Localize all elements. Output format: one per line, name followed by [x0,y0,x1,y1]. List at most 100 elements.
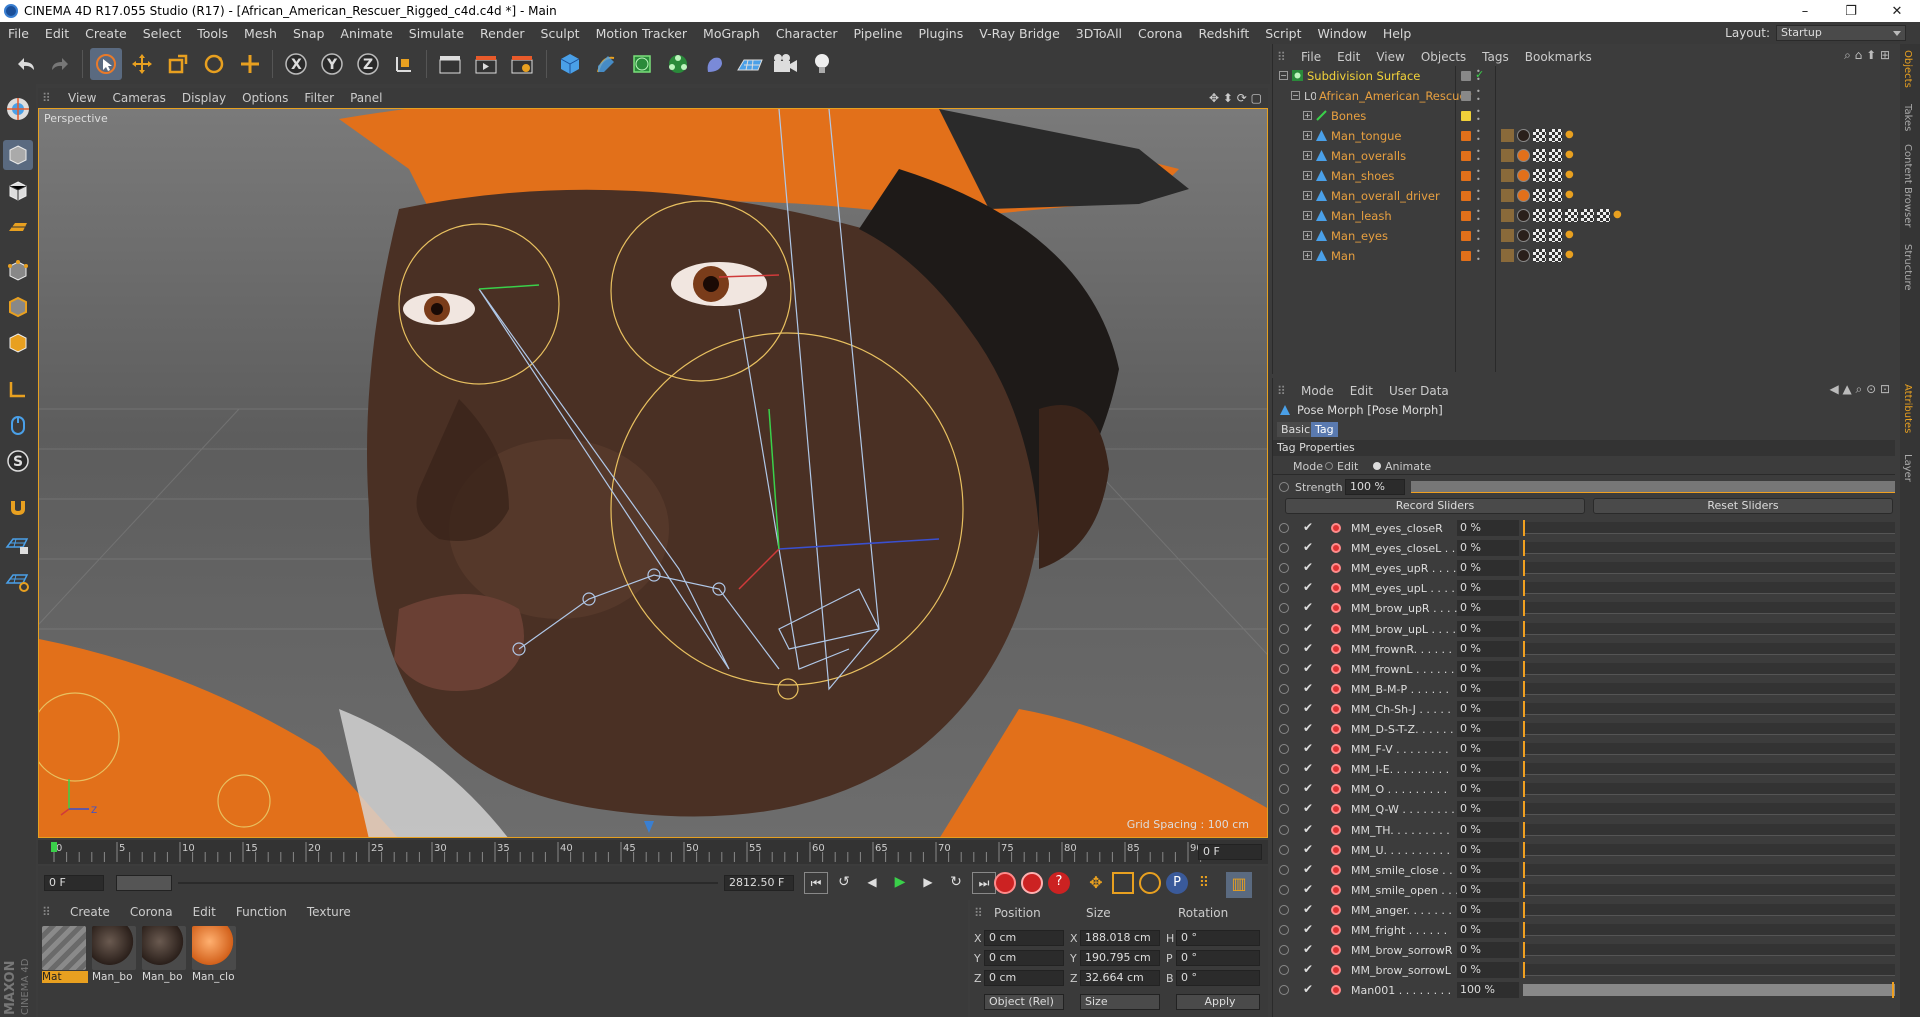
morph-enable-checkbox[interactable]: ✔ [1303,741,1313,755]
morph-record-icon[interactable] [1331,925,1341,935]
morph-slider-handle[interactable] [1523,962,1525,979]
expand-toggle-icon[interactable]: + [1303,131,1312,140]
expand-toggle-icon[interactable]: + [1303,191,1312,200]
layer-color-swatch[interactable] [1461,191,1471,201]
deformer-button[interactable] [698,48,730,80]
material-menu-edit[interactable]: Edit [183,905,226,919]
morph-enable-checkbox[interactable]: ✔ [1303,761,1313,775]
morph-value-field[interactable]: 0 % [1457,821,1519,838]
om-menu-edit[interactable]: Edit [1329,50,1368,64]
morph-slider-handle[interactable] [1523,721,1525,737]
object-tags[interactable]: ● [1501,189,1578,202]
expand-toggle-icon[interactable]: + [1303,151,1312,160]
object-row[interactable]: + Man_overall_driver • • ● [1273,186,1901,206]
visibility-dots[interactable]: • • [1476,148,1481,164]
morph-slider-handle[interactable] [1523,741,1525,758]
layer-color-swatch[interactable] [1461,171,1471,181]
expand-toggle-icon[interactable]: + [1303,251,1312,260]
visibility-dots[interactable]: • • [1476,208,1481,224]
morph-value-field[interactable]: 0 % [1457,721,1519,737]
edges-mode-button[interactable] [3,292,33,322]
key-position-button[interactable]: ✥ [1085,872,1107,894]
morph-anim-radio[interactable] [1279,985,1289,996]
morph-slider[interactable] [1523,903,1895,916]
morph-value-field[interactable]: 0 % [1457,801,1519,818]
morph-anim-radio[interactable] [1279,784,1289,795]
object-tags[interactable]: ● [1501,249,1578,262]
morph-value-field[interactable]: 0 % [1457,881,1519,898]
size-y-field[interactable]: 190.795 cm [1080,950,1160,966]
frame-range-slider[interactable] [116,875,172,891]
object-row[interactable]: + Man_tongue • • ● [1273,126,1901,146]
undo-button[interactable] [10,48,42,80]
position-y-field[interactable]: 0 cm [984,950,1064,966]
layer-color-swatch[interactable] [1461,111,1471,121]
layer-color-swatch[interactable] [1461,71,1471,81]
morph-anim-radio[interactable] [1279,703,1289,714]
morph-anim-radio[interactable] [1279,623,1289,634]
morph-record-icon[interactable] [1331,543,1341,554]
morph-record-icon[interactable] [1331,784,1341,795]
menu-tools[interactable]: Tools [189,26,236,41]
morph-enable-checkbox[interactable]: ✔ [1303,540,1313,554]
morph-anim-radio[interactable] [1279,764,1289,775]
menu-pipeline[interactable]: Pipeline [846,26,911,41]
morph-enable-checkbox[interactable]: ✔ [1303,842,1313,856]
previous-keyframe-button[interactable]: ↺ [832,872,856,894]
morph-value-field[interactable]: 0 % [1457,520,1519,536]
position-x-field[interactable]: 0 cm [984,930,1064,946]
morph-value-field[interactable]: 0 % [1457,781,1519,798]
minimize-button[interactable]: – [1782,4,1828,19]
side-tab-takes[interactable]: Takes [1902,104,1913,131]
render-view-button[interactable] [434,48,466,80]
object-row[interactable]: + Man_leash • • ● [1273,206,1901,226]
morph-slider-handle[interactable] [1523,620,1525,637]
morph-value-field[interactable]: 0 % [1457,620,1519,637]
morph-anim-radio[interactable] [1279,965,1289,976]
object-row[interactable]: + Man_eyes • • ● [1273,226,1901,246]
object-row[interactable]: + Man_shoes • • ● [1273,166,1901,186]
next-frame-button[interactable]: ▶ [916,872,940,894]
morph-record-icon[interactable] [1331,563,1341,574]
menu-help[interactable]: Help [1375,26,1420,41]
key-rotation-button[interactable] [1139,872,1161,894]
material-swatch[interactable]: Mat [42,926,88,983]
morph-value-field[interactable]: 0 % [1457,700,1519,717]
close-button[interactable]: ✕ [1874,4,1920,19]
material-menu-corona[interactable]: Corona [120,905,183,919]
material-menu-create[interactable]: Create [60,905,120,919]
apply-button[interactable]: Apply [1176,994,1260,1010]
morph-slider[interactable] [1523,763,1895,776]
visibility-dots[interactable]: • • [1476,108,1481,124]
object-tags[interactable]: ● [1501,129,1578,142]
expand-toggle-icon[interactable]: + [1303,171,1312,180]
morph-record-icon[interactable] [1331,985,1341,996]
current-frame-field[interactable]: 0 F [1198,844,1262,860]
morph-enable-checkbox[interactable]: ✔ [1303,661,1313,675]
texture-mode-button[interactable] [3,176,33,206]
morph-enable-checkbox[interactable]: ✔ [1303,882,1313,896]
3d-viewport[interactable]: Z Perspective Grid Spacing : 100 cm [38,108,1268,838]
morph-record-icon[interactable] [1331,643,1341,654]
side-tab-layer[interactable]: Layer [1902,454,1913,482]
move-tool-button[interactable] [126,48,158,80]
morph-slider-handle[interactable] [1523,700,1525,717]
visibility-dots[interactable]: • • [1476,228,1481,244]
strength-anim-dot[interactable] [1279,482,1289,492]
morph-enable-checkbox[interactable]: ✔ [1303,560,1313,574]
morph-enable-checkbox[interactable]: ✔ [1303,580,1313,594]
morph-value-field[interactable]: 0 % [1457,962,1519,979]
morph-slider-handle[interactable] [1523,821,1525,838]
morph-slider-handle[interactable] [1523,801,1525,818]
morph-anim-radio[interactable] [1279,904,1289,915]
morph-anim-radio[interactable] [1279,945,1289,956]
morph-anim-radio[interactable] [1279,824,1289,835]
material-swatch[interactable]: Man_clo [192,926,238,983]
morph-slider[interactable] [1523,823,1895,836]
menu-render[interactable]: Render [472,26,533,41]
y-axis-lock-button[interactable]: Y [316,48,348,80]
mode-animate-radio[interactable] [1373,462,1381,470]
viewport-menu-display[interactable]: Display [174,91,234,105]
points-mode-button[interactable] [3,256,33,286]
morph-enable-checkbox[interactable]: ✔ [1303,922,1313,936]
